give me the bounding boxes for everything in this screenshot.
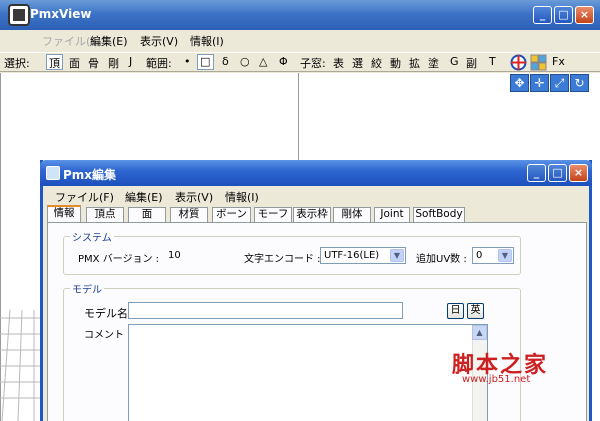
range-phi-button[interactable]: Φ (279, 55, 288, 68)
tab-morph[interactable]: モーフ (254, 207, 292, 222)
dialog-menu-view[interactable]: 表示(V) (175, 189, 213, 205)
child-table-button[interactable]: 表 (333, 55, 344, 71)
tab-face[interactable]: 面 (128, 207, 166, 222)
lang-en-button[interactable]: 英 (467, 303, 484, 319)
dialog-close-button[interactable]: × (569, 164, 588, 182)
info-tab-panel: システム PMX バージョン : 10 文字エンコード : UTF-16(LE)… (47, 222, 587, 421)
menu-view[interactable]: 表示(V) (140, 33, 178, 49)
pmx-version-label: PMX バージョン : (78, 254, 160, 265)
select-label: 選択: (4, 57, 30, 70)
range-label: 範囲: (146, 57, 172, 70)
comment-textarea[interactable]: ▲ (128, 324, 488, 421)
child-scale-button[interactable]: 拡 (409, 55, 420, 71)
watermark: 脚本之家 www.jb51.net (452, 347, 587, 387)
dialog-title-bar: Pmx編集 _ □ × (40, 160, 592, 186)
dialog-menu-bar: ファイル(F) 編集(E) 表示(V) 情報(I) (43, 186, 589, 206)
chevron-down-icon: ▼ (390, 249, 404, 262)
tab-vertex[interactable]: 頂点 (86, 207, 124, 222)
grid-view-icon[interactable] (530, 54, 547, 71)
dialog-window-controls: _ □ × (527, 164, 588, 182)
pan-icon[interactable]: ✥ (510, 74, 529, 92)
encoding-value: UTF-16(LE) (324, 250, 380, 261)
minimize-button[interactable]: _ (533, 6, 552, 24)
child-move-button[interactable]: 動 (390, 55, 401, 71)
range-point-button[interactable]: • (184, 55, 191, 68)
select-face-button[interactable]: 面 (69, 55, 80, 71)
tab-joint[interactable]: Joint (374, 207, 410, 222)
uv-count-value: 0 (476, 250, 483, 261)
select-bone-button[interactable]: 骨 (88, 55, 99, 71)
menu-edit[interactable]: 編集(E) (90, 33, 128, 49)
dialog-menu-info[interactable]: 情報(I) (225, 189, 259, 205)
child-select-button[interactable]: 選 (352, 55, 363, 71)
system-group-label: システム (70, 229, 114, 244)
range-lasso-button[interactable]: δ (222, 55, 229, 68)
tab-info[interactable]: 情報 (47, 205, 81, 223)
viewport-splitter[interactable] (298, 73, 299, 163)
crosshair-icon[interactable] (510, 54, 527, 71)
child-sub-button[interactable]: 副 (466, 55, 477, 71)
child-filter-button[interactable]: 絞 (371, 55, 382, 71)
window-controls: _ □ × (533, 6, 594, 24)
child-window-label: 子窓: (300, 57, 326, 70)
dialog-app-icon (46, 166, 60, 180)
select-vertex-button[interactable]: 頂 (49, 55, 60, 71)
uv-count-label: 追加UV数 : (416, 254, 467, 265)
menu-bar: ファイル(F) 編集(E) 表示(V) 情報(I) (0, 30, 600, 50)
encoding-select[interactable]: UTF-16(LE) ▼ (320, 247, 406, 264)
dialog-minimize-button[interactable]: _ (527, 164, 546, 182)
scroll-up-icon[interactable]: ▲ (472, 325, 487, 340)
close-button[interactable]: × (575, 6, 594, 24)
range-triangle-button[interactable]: △ (259, 55, 267, 68)
watermark-url: www.jb51.net (462, 374, 531, 385)
fx-button[interactable]: Fx (552, 55, 565, 68)
comment-label: コメント (84, 330, 124, 341)
model-name-label: モデル名 (84, 307, 128, 320)
dialog-menu-file[interactable]: ファイル(F) (55, 189, 114, 205)
rotate-icon[interactable]: ↻ (570, 74, 589, 92)
tab-material[interactable]: 材質 (170, 207, 208, 222)
dialog-menu-edit[interactable]: 編集(E) (125, 189, 163, 205)
view-tools: ✥ ✛ ⤢ ↻ (510, 74, 589, 92)
zoom-icon[interactable]: ⤢ (550, 74, 569, 92)
child-g-button[interactable]: G (450, 55, 459, 68)
title-bar: PmxView _ □ × (0, 0, 600, 30)
tab-display-frame[interactable]: 表示枠 (293, 207, 331, 222)
range-rect-button[interactable]: □ (200, 55, 210, 68)
dialog-title: Pmx編集 (63, 168, 117, 182)
lang-jp-button[interactable]: 日 (447, 303, 464, 319)
menu-info[interactable]: 情報(I) (190, 33, 224, 49)
model-group-label: モデル (70, 281, 104, 296)
uv-count-select[interactable]: 0 ▼ (472, 247, 514, 264)
toolbar: 選択: 頂 面 骨 剛 J 範囲: • □ δ ○ △ Φ 子窓: 表 選 絞 … (0, 52, 600, 72)
model-name-input[interactable] (128, 302, 403, 319)
pmx-version-value: 10 (168, 250, 181, 261)
maximize-button[interactable]: □ (554, 6, 573, 24)
app-logo-icon (8, 4, 30, 26)
select-rigid-button[interactable]: 剛 (108, 55, 119, 71)
encoding-label: 文字エンコード : (244, 254, 321, 265)
tab-bone[interactable]: ボーン (212, 207, 251, 222)
tab-strip: 情報 頂点 面 材質 ボーン モーフ 表示枠 剛体 Joint SoftBody (47, 205, 587, 223)
select-joint-button[interactable]: J (129, 55, 132, 68)
child-t-button[interactable]: T (489, 55, 496, 68)
tab-rigid-body[interactable]: 剛体 (333, 207, 371, 222)
move-icon[interactable]: ✛ (530, 74, 549, 92)
child-paint-button[interactable]: 塗 (428, 55, 439, 71)
window-title: PmxView (30, 7, 92, 21)
dialog-maximize-button[interactable]: □ (548, 164, 567, 182)
range-circle-button[interactable]: ○ (240, 55, 250, 68)
tab-softbody[interactable]: SoftBody (413, 207, 465, 222)
chevron-down-icon: ▼ (498, 249, 512, 262)
